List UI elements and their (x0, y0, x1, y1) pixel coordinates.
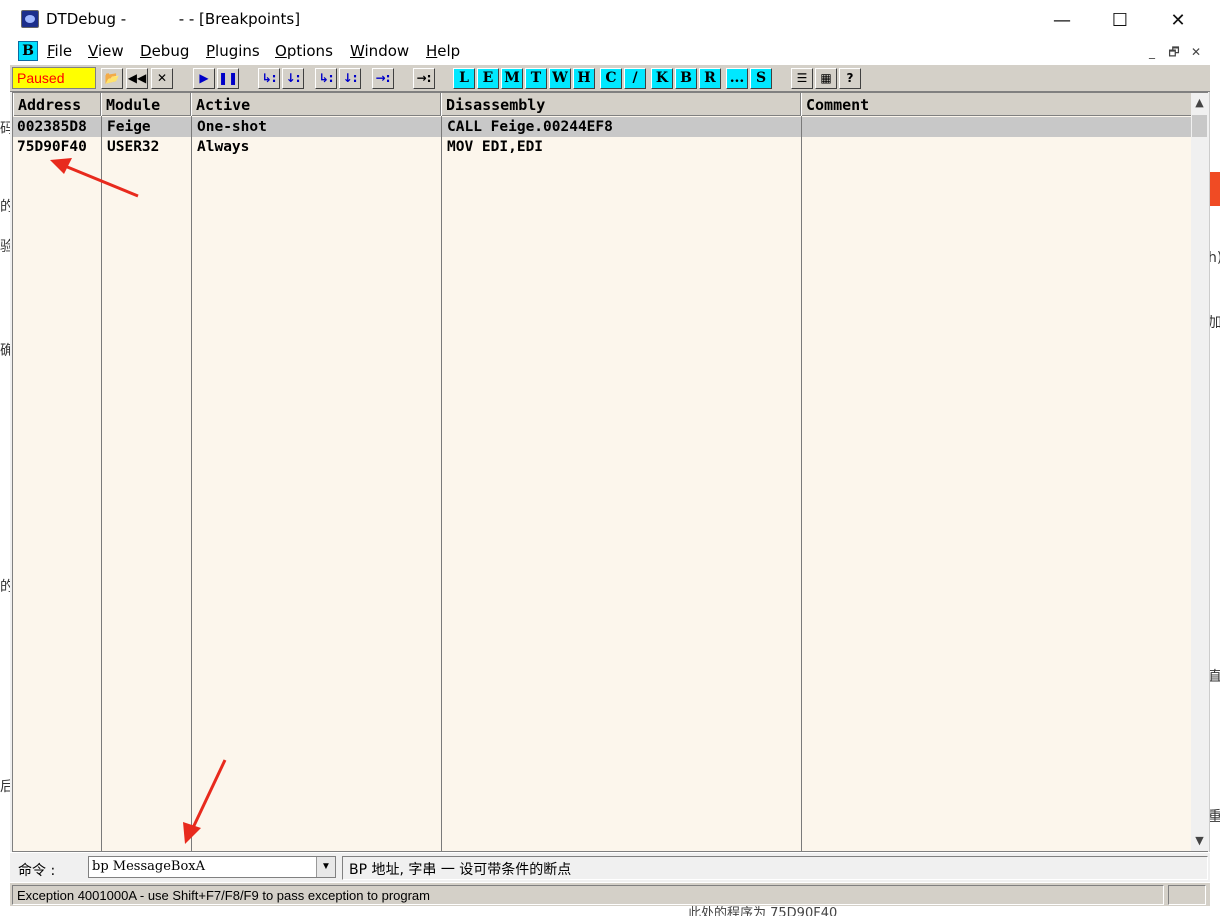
step-into-icon[interactable]: ↳: (258, 68, 280, 89)
scroll-down-icon[interactable]: ▼ (1191, 831, 1208, 851)
close-button[interactable]: ✕ (1149, 0, 1207, 40)
call-stack-button[interactable]: K (651, 68, 673, 89)
close-program-icon[interactable]: ✕ (151, 68, 173, 89)
vertical-scrollbar[interactable]: ▲ ▼ (1191, 93, 1208, 851)
table-row[interactable]: 002385D8 Feige One-shot CALL Feige.00244… (13, 117, 1191, 137)
menu-file[interactable]: File (47, 42, 72, 60)
source-button[interactable]: S (750, 68, 772, 89)
minimize-button[interactable]: — (1033, 0, 1091, 40)
step-over-icon[interactable]: ↓: (282, 68, 304, 89)
list-icon[interactable]: ☰ (791, 68, 813, 89)
menu-window[interactable]: Window (350, 42, 409, 60)
breakpoints-table: Address Module Active Disassembly Commen… (12, 92, 1208, 852)
column-divider (801, 116, 802, 851)
status-panel (1168, 885, 1206, 905)
threads-button[interactable]: T (525, 68, 547, 89)
maximize-button[interactable]: ☐ (1091, 0, 1149, 40)
execute-till-return-icon[interactable]: →: (372, 68, 394, 89)
annotation-arrow-icon (183, 759, 227, 844)
restart-icon[interactable]: ◀◀ (126, 68, 148, 89)
memory-map-button[interactable]: M (501, 68, 523, 89)
trace-over-icon[interactable]: ↓: (339, 68, 361, 89)
column-divider (441, 116, 442, 851)
column-header-module[interactable]: Module (101, 93, 191, 116)
cell-disassembly: MOV EDI,EDI (447, 139, 544, 155)
mdi-minimize-button[interactable]: _ (1142, 43, 1162, 61)
column-header-comment[interactable]: Comment (801, 93, 1191, 116)
child-window-icon[interactable]: B (18, 41, 38, 61)
command-input[interactable]: bp MessageBoxA (88, 856, 336, 878)
menu-help[interactable]: Help (426, 42, 460, 60)
menu-options[interactable]: Options (275, 42, 333, 60)
column-header-disassembly[interactable]: Disassembly (441, 93, 801, 116)
breakpoints-button[interactable]: B (675, 68, 697, 89)
handles-button[interactable]: H (573, 68, 595, 89)
menu-debug[interactable]: Debug (140, 42, 189, 60)
goto-icon[interactable]: →: (413, 68, 435, 89)
annotation-arrow-icon (50, 158, 139, 198)
cell-active: One-shot (197, 119, 267, 135)
windows-button[interactable]: W (549, 68, 571, 89)
scroll-thumb[interactable] (1192, 115, 1207, 137)
toolbar: Paused 📂 ◀◀ ✕ ▶ ❚❚ ↳: ↓: ↳: ↓: →: →: L E… (10, 64, 1210, 92)
command-hint: BP 地址, 字串 一 设可带条件的断点 (342, 856, 1208, 880)
help-icon[interactable]: ? (839, 68, 861, 89)
command-label: 命令 : (18, 863, 56, 879)
cell-comment (803, 117, 807, 137)
app-name: DTDebug - (46, 10, 127, 28)
cell-comment (803, 137, 807, 157)
cell-active: Always (197, 139, 250, 155)
status-paused-indicator: Paused (12, 67, 96, 89)
executable-modules-button[interactable]: E (477, 68, 499, 89)
window-title-suffix: - - [Breakpoints] (178, 10, 301, 28)
references-button[interactable]: R (699, 68, 721, 89)
trace-into-icon[interactable]: ↳: (315, 68, 337, 89)
mdi-restore-button[interactable]: 🗗 (1164, 43, 1184, 61)
window-title: DTDebug - - - [Breakpoints] (46, 10, 300, 28)
log-window-button[interactable]: L (453, 68, 475, 89)
chevron-down-icon[interactable]: ▼ (316, 857, 335, 877)
mdi-close-button[interactable]: ✕ (1186, 43, 1206, 61)
cpu-button[interactable]: C (600, 68, 622, 89)
scroll-up-icon[interactable]: ▲ (1191, 93, 1208, 113)
run-trace-button[interactable]: ... (726, 68, 748, 89)
screen: 码 的 验 确 的 后 h) 加 直 重 此处的程序为 75D90F40 S D… (0, 0, 1220, 916)
appearance-icon[interactable]: ▦ (815, 68, 837, 89)
status-bar: Exception 4001000A - use Shift+F7/F8/F9 … (10, 882, 1210, 906)
column-header-address[interactable]: Address (13, 93, 101, 116)
cell-disassembly: CALL Feige.00244EF8 (447, 119, 613, 135)
app-icon[interactable] (21, 10, 39, 28)
patches-button[interactable]: / (624, 68, 646, 89)
title-bar[interactable]: DTDebug - - - [Breakpoints] — ☐ ✕ (10, 0, 1210, 40)
run-icon[interactable]: ▶ (193, 68, 215, 89)
cell-address: 002385D8 (17, 119, 87, 135)
cell-module: Feige (107, 119, 151, 135)
column-divider (101, 116, 102, 851)
pause-icon[interactable]: ❚❚ (217, 68, 239, 89)
command-bar: 命令 : bp MessageBoxA ▼ BP 地址, 字串 一 设可带条件的… (10, 852, 1210, 882)
menu-bar: B File View Debug Plugins Options Window… (10, 40, 1210, 64)
status-message: Exception 4001000A - use Shift+F7/F8/F9 … (12, 885, 1164, 905)
menu-plugins[interactable]: Plugins (206, 42, 260, 60)
table-row[interactable]: 75D90F40 USER32 Always MOV EDI,EDI (13, 137, 1191, 157)
open-icon[interactable]: 📂 (101, 68, 123, 89)
table-header: Address Module Active Disassembly Commen… (13, 93, 1191, 116)
column-header-active[interactable]: Active (191, 93, 441, 116)
column-divider (191, 116, 192, 851)
menu-view[interactable]: View (88, 42, 124, 60)
